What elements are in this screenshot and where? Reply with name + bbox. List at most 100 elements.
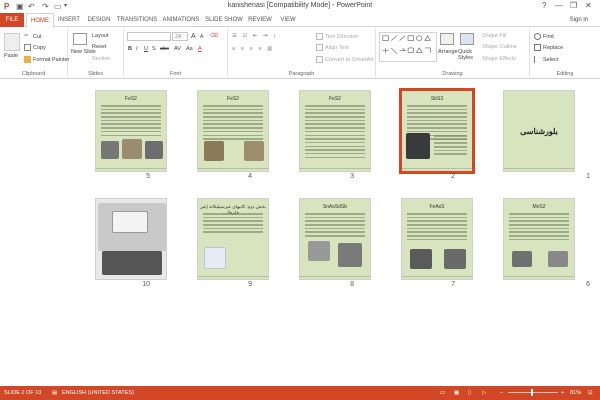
help-button[interactable]: ? — [542, 1, 546, 10]
italic-button[interactable]: I — [136, 46, 138, 52]
shadow-button[interactable]: S — [152, 46, 156, 52]
slide-title: بلورشناسی — [520, 127, 558, 136]
zoom-slider[interactable] — [508, 392, 558, 393]
mineral-image — [145, 141, 163, 159]
clear-formatting-icon[interactable]: ⌫ — [210, 33, 218, 39]
shrink-font-button[interactable]: A — [200, 34, 203, 40]
slide-thumbnail-5[interactable]: FeS2 — [95, 90, 167, 172]
sign-in-link[interactable]: Sign in — [570, 13, 588, 27]
slide-thumbnail-6[interactable]: MoS2 — [503, 198, 575, 280]
replace-label: Replace — [543, 44, 564, 51]
grow-font-button[interactable]: A — [191, 33, 196, 40]
slide-thumbnail-1[interactable]: بلورشناسی — [503, 90, 575, 172]
text-direction-button[interactable]: Text Direction — [316, 33, 358, 40]
tab-transitions[interactable]: TRANSITIONS — [116, 13, 158, 27]
shape-outline-button[interactable]: Shape Outline — [482, 44, 517, 50]
zoom-slider-thumb[interactable] — [531, 389, 533, 396]
paste-button[interactable]: Paste — [4, 53, 18, 59]
find-button[interactable]: Find — [534, 33, 554, 40]
tab-design[interactable]: DESIGN — [84, 13, 114, 27]
spellcheck-icon[interactable]: ▤ — [52, 390, 57, 396]
text-direction-icon — [316, 33, 323, 40]
shape-fill-button[interactable]: Shape Fill — [482, 33, 506, 39]
zoom-level[interactable]: 81% — [570, 390, 581, 396]
shape-effects-button[interactable]: Shape Effects — [482, 56, 516, 62]
arrange-button[interactable]: Arrange — [438, 49, 458, 55]
slide-footer — [198, 168, 268, 169]
reading-view-icon[interactable]: ▯ — [468, 390, 471, 396]
slide-title: FeS2 — [227, 96, 239, 102]
slide-text-lines — [203, 105, 263, 142]
font-name-combo[interactable] — [127, 32, 171, 41]
slide-thumbnail-4[interactable]: FeS2 — [197, 90, 269, 172]
ribbon: Paste ✂ Cut Copy Format Painter Clipboard… — [0, 27, 600, 79]
slide-number: 4 — [248, 173, 252, 180]
slide-sorter-view-icon[interactable]: ▦ — [454, 390, 459, 396]
tab-animations[interactable]: ANIMATIONS — [160, 13, 202, 27]
font-color-button[interactable]: A — [198, 46, 202, 52]
copy-icon — [24, 44, 31, 51]
slide-sorter: بلورشناسی 1 SbS3 2 FeS2 3 FeS2 4 FeS2 5 … — [0, 80, 600, 386]
tab-insert[interactable]: INSERT — [56, 13, 82, 27]
select-label: Select — [543, 56, 559, 63]
slide-thumbnail-10[interactable] — [95, 198, 167, 280]
change-case-button[interactable]: Aa — [186, 46, 193, 52]
bullets-icon[interactable]: ☰ ☷ ⇤ ⇥ ↕ — [232, 33, 278, 39]
slide-show-view-icon[interactable]: ▷ — [482, 390, 486, 396]
font-group: 24 A A ⌫ B I U S abc AV Aa A Font — [124, 29, 228, 77]
slide-thumbnail-3[interactable]: FeS2 — [299, 90, 371, 172]
title-bar: P ▣ ↶ ↷ ▭ ▾ kanishenasi [Compatibility M… — [0, 0, 600, 13]
format-painter-button[interactable]: Format Painter — [24, 56, 69, 63]
quick-styles-button[interactable]: Quick Styles — [458, 49, 480, 61]
mineral-image — [101, 141, 119, 159]
slide-counter[interactable]: SLIDE 2 OF 10 — [4, 390, 41, 396]
smartart-icon — [316, 56, 323, 63]
slide-number: 3 — [350, 173, 354, 180]
font-label: Font — [169, 71, 181, 77]
restore-button[interactable]: ❐ — [570, 1, 577, 10]
replace-button[interactable]: Replace — [534, 44, 563, 51]
status-bar: SLIDE 2 OF 10 ▤ ENGLISH (UNITED STATES) … — [0, 386, 600, 400]
cut-button[interactable]: ✂ Cut — [24, 33, 42, 40]
paintbrush-icon — [24, 56, 31, 63]
underline-button[interactable]: U — [144, 46, 148, 52]
minimize-button[interactable]: — — [555, 1, 563, 10]
slide-text-lines — [101, 105, 161, 138]
slide-text-lines — [305, 213, 365, 239]
drawing-group: Arrange Quick Styles Shape Fill Shape Ou… — [376, 29, 530, 77]
zoom-in-icon[interactable]: + — [561, 390, 564, 396]
close-button[interactable]: ✕ — [585, 1, 592, 10]
section-button[interactable]: Section — [92, 56, 110, 62]
tab-review[interactable]: REVIEW — [246, 13, 274, 27]
tab-home[interactable]: HOME — [26, 13, 54, 28]
slide-thumbnail-8[interactable]: SnAsSdSb — [299, 198, 371, 280]
zoom-out-icon[interactable]: − — [500, 390, 503, 396]
align-icons[interactable]: ≡ ≡ ≡ ≡ ▥ — [232, 46, 274, 52]
slide-thumbnail-7[interactable]: FeAsS — [401, 198, 473, 280]
clipboard-icon — [4, 33, 20, 51]
format-painter-label: Format Painter — [33, 56, 70, 63]
tab-slide-show[interactable]: SLIDE SHOW — [204, 13, 244, 27]
fit-to-window-icon[interactable]: ⊡ — [588, 390, 593, 396]
clipboard-group: Paste ✂ Cut Copy Format Painter Clipboard — [0, 29, 69, 77]
character-spacing-button[interactable]: AV — [174, 46, 181, 52]
select-button[interactable]: Select — [534, 56, 558, 63]
bold-button[interactable]: B — [128, 46, 132, 52]
copy-button[interactable]: Copy — [24, 44, 46, 51]
slide-thumbnail-9[interactable]: بخش دوم: کانیهای غیرسیلیکاته (غیر فلزها) — [197, 198, 269, 280]
slide-footer — [198, 276, 268, 277]
tab-file[interactable]: FILE — [0, 13, 24, 27]
drawing-label: Drawing — [442, 71, 463, 77]
shapes-gallery[interactable] — [379, 32, 437, 62]
reset-button[interactable]: Reset — [92, 44, 106, 50]
align-text-button[interactable]: Align Text — [316, 44, 349, 51]
tab-view[interactable]: VIEW — [276, 13, 300, 27]
font-size-combo[interactable]: 24 — [172, 32, 188, 41]
normal-view-icon[interactable]: ▭ — [440, 390, 445, 396]
layout-button[interactable]: Layout — [92, 33, 109, 39]
strikethrough-icon[interactable]: abc — [160, 46, 169, 52]
slide-number: 1 — [586, 173, 590, 180]
language-indicator[interactable]: ENGLISH (UNITED STATES) — [62, 390, 134, 396]
slide-thumbnail-2[interactable]: SbS3 — [399, 88, 475, 174]
convert-smartart-button[interactable]: Convert to SmartArt — [316, 56, 374, 63]
